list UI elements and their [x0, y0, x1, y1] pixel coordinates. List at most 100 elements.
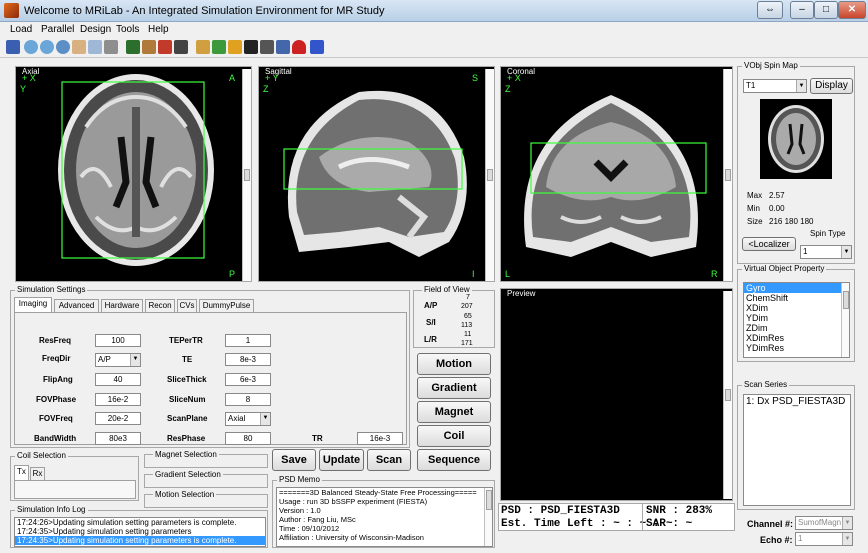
- menu-load[interactable]: Load: [10, 24, 32, 35]
- fovphase-field[interactable]: 16e-2: [95, 393, 141, 406]
- print-icon[interactable]: [104, 40, 118, 54]
- tab-advanced[interactable]: Advanced: [54, 299, 99, 312]
- grid-icon[interactable]: [212, 40, 226, 54]
- resphase-field[interactable]: 80: [225, 432, 271, 445]
- tab-imaging[interactable]: Imaging: [14, 297, 52, 312]
- sagittal-view[interactable]: Sagittal + Y Z S I: [258, 66, 495, 282]
- tab-dummypulse[interactable]: DummyPulse: [199, 299, 254, 312]
- sagittal-superior-label: S: [472, 73, 479, 83]
- slicenum-field[interactable]: 8: [225, 393, 271, 406]
- display-button[interactable]: Display: [810, 78, 853, 94]
- data-cursor-icon[interactable]: [88, 40, 102, 54]
- maximize-button[interactable]: □: [814, 1, 838, 19]
- min-value: 0.00: [769, 204, 785, 213]
- list-item[interactable]: XDim: [744, 303, 849, 313]
- close-button[interactable]: ✕: [838, 1, 866, 19]
- graph-icon[interactable]: [276, 40, 290, 54]
- spin-map-select[interactable]: T1 ▼: [743, 79, 807, 93]
- echo-select[interactable]: 1 ▼: [795, 532, 853, 546]
- spin-type-select[interactable]: 1 ▼: [800, 245, 852, 259]
- fov-ap-value-min: 7: [466, 294, 470, 301]
- tab-tx[interactable]: Tx: [14, 465, 29, 480]
- freqdir-select[interactable]: A/P ▼: [95, 353, 141, 367]
- list-item[interactable]: ZDim: [744, 323, 849, 333]
- flipang-label: FlipAng: [43, 375, 73, 384]
- psd-name: PSD : PSD_FIESTA3D: [501, 505, 620, 517]
- flipang-field[interactable]: 40: [95, 373, 141, 386]
- te-field[interactable]: 8e-3: [225, 353, 271, 366]
- list-item[interactable]: XDimRes: [744, 333, 849, 343]
- scan-series-list[interactable]: 1: Dx PSD_FIESTA3D: [743, 394, 851, 506]
- log-line: 17:24:26>Updating simulation setting par…: [17, 518, 237, 527]
- localizer-button[interactable]: <Localizer: [742, 237, 796, 251]
- tr-field[interactable]: 16e-3: [357, 432, 403, 445]
- fovfreq-label: FOVFreq: [39, 414, 73, 423]
- save-button[interactable]: Save: [272, 449, 316, 471]
- signal-icon[interactable]: [158, 40, 172, 54]
- image-icon[interactable]: [244, 40, 258, 54]
- coil-button[interactable]: Coil: [417, 425, 491, 447]
- axial-view[interactable]: Axial + X Y A P: [15, 66, 252, 282]
- menu-parallel[interactable]: Parallel: [41, 24, 74, 35]
- fov-lr-value-min: 11: [464, 331, 472, 338]
- list-item[interactable]: YDim: [744, 313, 849, 323]
- memo-line: Author : Fang Liu, MSc: [279, 515, 356, 524]
- coil-icon[interactable]: [196, 40, 210, 54]
- ruler-icon[interactable]: [142, 40, 156, 54]
- preview-scrollbar[interactable]: [723, 291, 732, 499]
- tab-hardware[interactable]: Hardware: [101, 299, 143, 312]
- magnet-icon[interactable]: [292, 40, 306, 54]
- minimize-button[interactable]: –: [790, 1, 814, 19]
- psd-memo-title: PSD Memo: [277, 475, 322, 485]
- info-log-list[interactable]: 17:24:26>Updating simulation setting par…: [14, 517, 266, 547]
- slicethick-field[interactable]: 6e-3: [225, 373, 271, 386]
- resfreq-field[interactable]: 100: [95, 334, 141, 347]
- psd-memo-scrollbar[interactable]: [484, 488, 492, 546]
- preview-title: Preview: [507, 289, 536, 298]
- magnet-button[interactable]: Magnet: [417, 401, 491, 423]
- menu-tools[interactable]: Tools: [116, 24, 139, 35]
- coronal-x-axis-label: + X: [507, 73, 521, 83]
- gradient-button[interactable]: Gradient: [417, 377, 491, 399]
- tools-icon[interactable]: [174, 40, 188, 54]
- menu-help[interactable]: Help: [148, 24, 169, 35]
- list-item[interactable]: 1: Dx PSD_FIESTA3D: [744, 395, 850, 408]
- tab-cvs[interactable]: CVs: [177, 299, 197, 312]
- list-item[interactable]: Gyro: [744, 283, 849, 293]
- teperTR-field[interactable]: 1: [225, 334, 271, 347]
- motion-button[interactable]: Motion: [417, 353, 491, 375]
- channel-select[interactable]: SumofMagn ▼: [795, 516, 853, 530]
- pan-icon[interactable]: [72, 40, 86, 54]
- teperTR-label: TEPerTR: [169, 336, 203, 345]
- update-button[interactable]: Update: [319, 449, 364, 471]
- sagittal-scrollbar[interactable]: [485, 69, 494, 281]
- list-item[interactable]: ChemShift: [744, 293, 849, 303]
- edit-icon[interactable]: [126, 40, 140, 54]
- menu-design[interactable]: Design: [80, 24, 111, 35]
- axial-scrollbar[interactable]: [242, 69, 251, 281]
- run-icon[interactable]: [310, 40, 324, 54]
- tab-recon[interactable]: Recon: [145, 299, 175, 312]
- preview-view[interactable]: Preview: [500, 288, 733, 501]
- rf-pulse-icon[interactable]: [228, 40, 242, 54]
- chevron-down-icon: ▼: [842, 533, 852, 545]
- sequence-button[interactable]: Sequence: [417, 449, 491, 471]
- max-label: Max: [747, 191, 763, 200]
- rotate-icon[interactable]: [56, 40, 70, 54]
- zoom-out-icon[interactable]: [40, 40, 54, 54]
- restore-button[interactable]: ⇔: [757, 1, 783, 19]
- coronal-scrollbar[interactable]: [723, 69, 732, 281]
- vobj-property-list[interactable]: Gyro ChemShift XDim YDim ZDim XDimRes YD…: [743, 282, 850, 358]
- coronal-view[interactable]: Coronal + X Z L R: [500, 66, 733, 282]
- zoom-in-icon[interactable]: [24, 40, 38, 54]
- scanplane-select[interactable]: Axial ▼: [225, 412, 271, 426]
- fovfreq-field[interactable]: 20e-2: [95, 412, 141, 425]
- psd-memo-text[interactable]: =======3D Balanced Steady-State Free Pro…: [276, 487, 493, 547]
- save-icon[interactable]: [6, 40, 20, 54]
- list-item[interactable]: YDimRes: [744, 343, 849, 353]
- plot-icon[interactable]: [260, 40, 274, 54]
- bandwidth-field[interactable]: 80e3: [95, 432, 141, 445]
- tab-rx[interactable]: Rx: [30, 467, 45, 480]
- scan-button[interactable]: Scan: [367, 449, 411, 471]
- vobj-property-scrollbar[interactable]: [841, 283, 849, 357]
